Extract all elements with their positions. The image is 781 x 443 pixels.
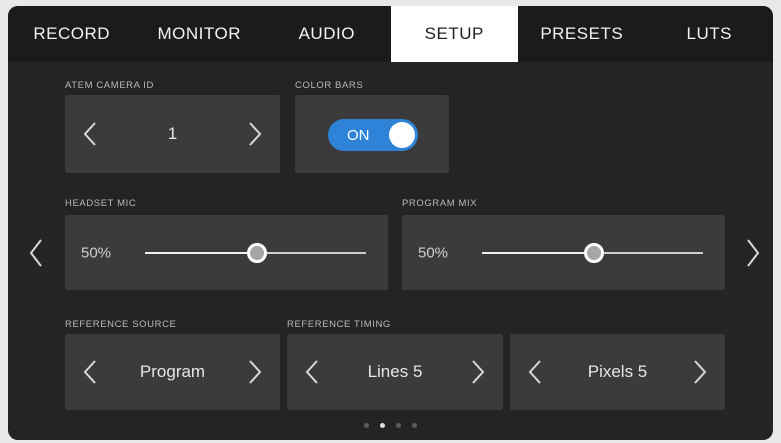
chevron-right-icon [472,360,485,384]
reference-timing-lines-panel: Lines 5 [287,334,503,410]
page-dot[interactable] [396,423,401,428]
reference-timing-label: REFERENCE TIMING [287,319,391,330]
tab-bar: RECORD MONITOR AUDIO SETUP PRESETS LUTS [8,6,773,62]
page-dot[interactable] [412,423,417,428]
chevron-right-icon [249,360,262,384]
reference-source-next-button[interactable] [248,359,262,385]
reference-timing-pixels-panel: Pixels 5 [510,334,725,410]
previous-page-button[interactable] [28,238,44,268]
program-mix-panel: 50% [402,215,725,290]
atem-camera-id-panel: 1 [65,95,280,173]
chevron-right-icon [694,360,707,384]
setup-screen: RECORD MONITOR AUDIO SETUP PRESETS LUTS … [8,6,773,440]
tab-setup[interactable]: SETUP [390,6,518,62]
tab-monitor[interactable]: MONITOR [136,6,264,62]
program-mix-value: 50% [418,244,449,261]
page-dot[interactable] [380,423,385,428]
atem-camera-id-label: ATEM CAMERA ID [65,80,154,91]
reference-timing-lines-increase-button[interactable] [471,359,485,385]
page-dot[interactable] [364,423,369,428]
next-page-button[interactable] [745,238,761,268]
program-mix-thumb[interactable] [583,243,604,263]
program-mix-fill [482,252,593,254]
page-indicator [8,423,773,428]
color-bars-panel: ON [295,95,449,173]
chevron-right-icon [747,239,760,267]
chevron-right-icon [249,122,262,146]
atem-camera-id-increase-button[interactable] [248,121,262,147]
tab-luts[interactable]: LUTS [646,6,774,62]
headset-mic-fill [145,252,256,254]
program-mix-slider[interactable] [482,243,703,263]
color-bars-toggle[interactable]: ON [328,119,418,151]
chevron-left-icon [29,239,42,267]
reference-timing-pixels-increase-button[interactable] [693,359,707,385]
reference-source-label: REFERENCE SOURCE [65,319,177,330]
reference-source-panel: Program [65,334,280,410]
color-bars-label: COLOR BARS [295,80,364,91]
headset-mic-slider[interactable] [145,243,366,263]
tab-record[interactable]: RECORD [8,6,136,62]
tab-presets[interactable]: PRESETS [518,6,646,62]
headset-mic-panel: 50% [65,215,388,290]
tab-audio[interactable]: AUDIO [263,6,391,62]
headset-mic-thumb[interactable] [246,243,267,263]
headset-mic-value: 50% [81,244,112,261]
headset-mic-label: HEADSET MIC [65,198,137,209]
toggle-state-text: ON [347,127,370,144]
program-mix-label: PROGRAM MIX [402,198,478,209]
toggle-knob [389,122,415,148]
